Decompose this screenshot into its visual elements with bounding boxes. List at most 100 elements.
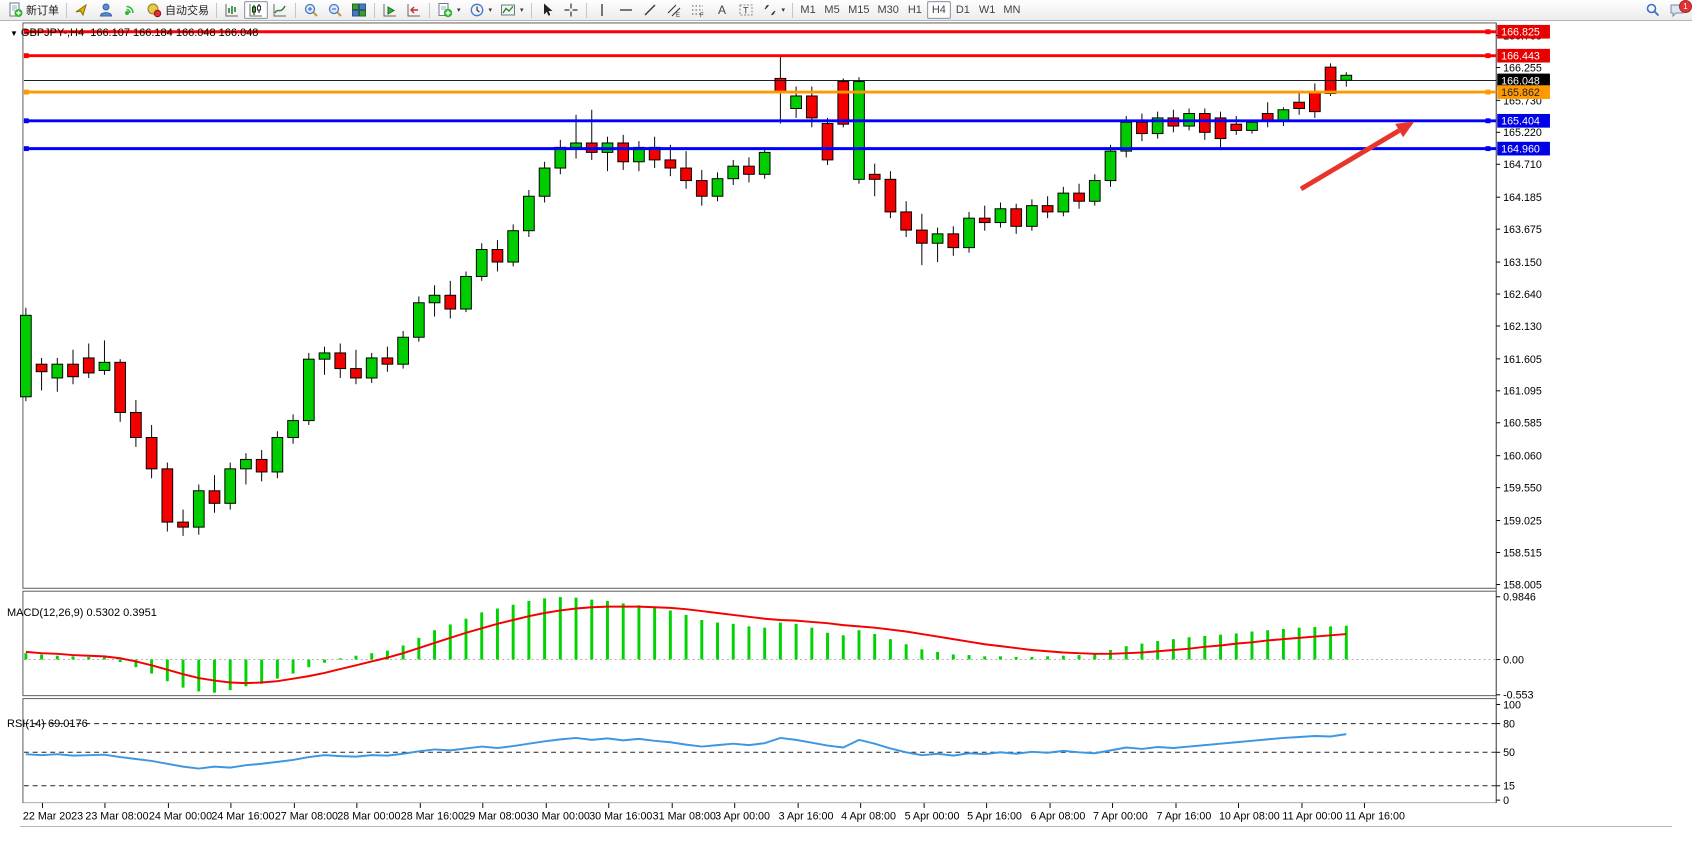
rsi-axis-tick: 50 bbox=[1503, 747, 1515, 759]
indicators-button[interactable]: ▾ bbox=[433, 1, 465, 19]
macd-axis-tick: 0.9846 bbox=[1503, 592, 1536, 604]
timeframe-h4-button[interactable]: H4 bbox=[927, 1, 951, 19]
cursor-button[interactable] bbox=[535, 1, 559, 19]
signal-icon bbox=[122, 2, 138, 18]
timeframe-m5-button[interactable]: M5 bbox=[820, 1, 844, 19]
time-axis-label: 11 Apr 16:00 bbox=[1345, 811, 1405, 823]
line-handle[interactable] bbox=[24, 118, 29, 123]
line-handle[interactable] bbox=[24, 146, 29, 151]
crosshair-icon bbox=[563, 2, 579, 18]
text-label-button[interactable]: T bbox=[734, 1, 758, 19]
candle bbox=[398, 337, 409, 364]
price-axis[interactable]: 166.765166.255165.730165.220164.710164.1… bbox=[1496, 25, 1550, 807]
main-toolbar: 新订单 自动交易 ▾ ▾ bbox=[0, 0, 1692, 21]
candle bbox=[1042, 206, 1053, 212]
time-axis-label: 3 Apr 16:00 bbox=[779, 811, 834, 823]
candle bbox=[744, 166, 755, 174]
time-axis-label: 10 Apr 08:00 bbox=[1219, 811, 1280, 823]
auto-scroll-button[interactable] bbox=[378, 1, 402, 19]
text-button[interactable]: A bbox=[710, 1, 734, 19]
search-button[interactable] bbox=[1641, 1, 1665, 19]
periods-button[interactable]: ▾ bbox=[465, 1, 497, 19]
line-handle[interactable] bbox=[1486, 146, 1491, 151]
indicators-icon bbox=[437, 2, 453, 18]
candle bbox=[256, 459, 267, 472]
candle bbox=[429, 295, 440, 303]
candle bbox=[20, 315, 31, 396]
equidistant-channel-button[interactable]: E bbox=[662, 1, 686, 19]
candle bbox=[1341, 75, 1352, 80]
toolbar-separator bbox=[586, 3, 587, 18]
chart-shift-button[interactable] bbox=[402, 1, 426, 19]
crosshair-button[interactable] bbox=[559, 1, 583, 19]
line-handle[interactable] bbox=[1486, 53, 1491, 58]
price-axis-tick: 163.150 bbox=[1503, 257, 1542, 269]
tile-windows-button[interactable] bbox=[347, 1, 371, 19]
candlestick-chart-button[interactable] bbox=[244, 1, 268, 19]
candle bbox=[366, 358, 377, 378]
candle bbox=[854, 82, 865, 180]
price-chart-canvas[interactable]: 166.765166.255165.730165.220164.710164.1… bbox=[0, 21, 1692, 846]
line-handle[interactable] bbox=[1486, 90, 1491, 95]
line-chart-button[interactable] bbox=[268, 1, 292, 19]
search-icon bbox=[1645, 2, 1661, 18]
zoom-out-button[interactable] bbox=[323, 1, 347, 19]
price-axis-tick: 158.005 bbox=[1503, 579, 1542, 591]
time-axis-label: 24 Mar 00:00 bbox=[149, 811, 212, 823]
line-handle[interactable] bbox=[1486, 29, 1491, 34]
timeframe-w1-button[interactable]: W1 bbox=[975, 1, 1000, 19]
bar-chart-button[interactable] bbox=[220, 1, 244, 19]
tile-windows-icon bbox=[351, 2, 367, 18]
auto-trading-label: 自动交易 bbox=[165, 2, 209, 18]
new-order-button[interactable]: 新订单 bbox=[3, 1, 63, 19]
chat-button[interactable]: 1 bbox=[1665, 1, 1689, 19]
arrows-button[interactable]: ▾ bbox=[758, 1, 790, 19]
symbol-dropdown-icon[interactable]: ▼ bbox=[10, 29, 18, 38]
timeframe-mn-button[interactable]: MN bbox=[999, 1, 1024, 19]
timeframe-m30-button[interactable]: M30 bbox=[873, 1, 902, 19]
quotes-button[interactable] bbox=[70, 1, 94, 19]
timeframe-m15-button[interactable]: M15 bbox=[844, 1, 873, 19]
text-label-icon: T bbox=[738, 2, 754, 18]
time-axis-label: 27 Mar 08:00 bbox=[275, 811, 338, 823]
svg-text:F: F bbox=[700, 13, 704, 18]
fibonacci-icon: F bbox=[690, 2, 706, 18]
line-handle[interactable] bbox=[24, 53, 29, 58]
candle bbox=[209, 491, 220, 504]
trendline-button[interactable] bbox=[638, 1, 662, 19]
templates-icon bbox=[500, 2, 516, 18]
zoom-out-icon bbox=[327, 2, 343, 18]
price-axis-tick: 162.640 bbox=[1503, 289, 1542, 301]
candle bbox=[618, 143, 629, 162]
candle bbox=[838, 82, 849, 125]
toolbar-separator bbox=[429, 3, 430, 18]
timeframe-m1-button[interactable]: M1 bbox=[796, 1, 820, 19]
profile-button[interactable] bbox=[94, 1, 118, 19]
candle bbox=[303, 359, 314, 420]
rsi-axis-tick: 100 bbox=[1503, 699, 1521, 711]
auto-trading-button[interactable]: 自动交易 bbox=[142, 1, 213, 19]
chart-window: 166.765166.255165.730165.220164.710164.1… bbox=[0, 21, 1692, 846]
candle bbox=[492, 250, 503, 263]
price-axis-tick: 161.095 bbox=[1503, 386, 1542, 398]
time-axis-label: 29 Mar 08:00 bbox=[463, 811, 526, 823]
horizontal-line-button[interactable] bbox=[614, 1, 638, 19]
templates-button[interactable]: ▾ bbox=[496, 1, 528, 19]
candle bbox=[445, 295, 456, 309]
timeframe-h1-button[interactable]: H1 bbox=[903, 1, 927, 19]
rsi-axis-tick: 80 bbox=[1503, 718, 1515, 730]
candle bbox=[1011, 209, 1022, 227]
candle bbox=[68, 364, 79, 377]
fibonacci-button[interactable]: F bbox=[686, 1, 710, 19]
svg-text:E: E bbox=[676, 13, 680, 18]
line-handle[interactable] bbox=[24, 90, 29, 95]
signal-button[interactable] bbox=[118, 1, 142, 19]
candle bbox=[555, 147, 566, 168]
line-handle[interactable] bbox=[1486, 118, 1491, 123]
vertical-line-button[interactable] bbox=[590, 1, 614, 19]
timeframe-d1-button[interactable]: D1 bbox=[951, 1, 975, 19]
zoom-in-button[interactable] bbox=[299, 1, 323, 19]
candle bbox=[885, 179, 896, 212]
price-axis-tick: 160.585 bbox=[1503, 418, 1542, 430]
price-badge-value: 166.443 bbox=[1501, 51, 1540, 63]
